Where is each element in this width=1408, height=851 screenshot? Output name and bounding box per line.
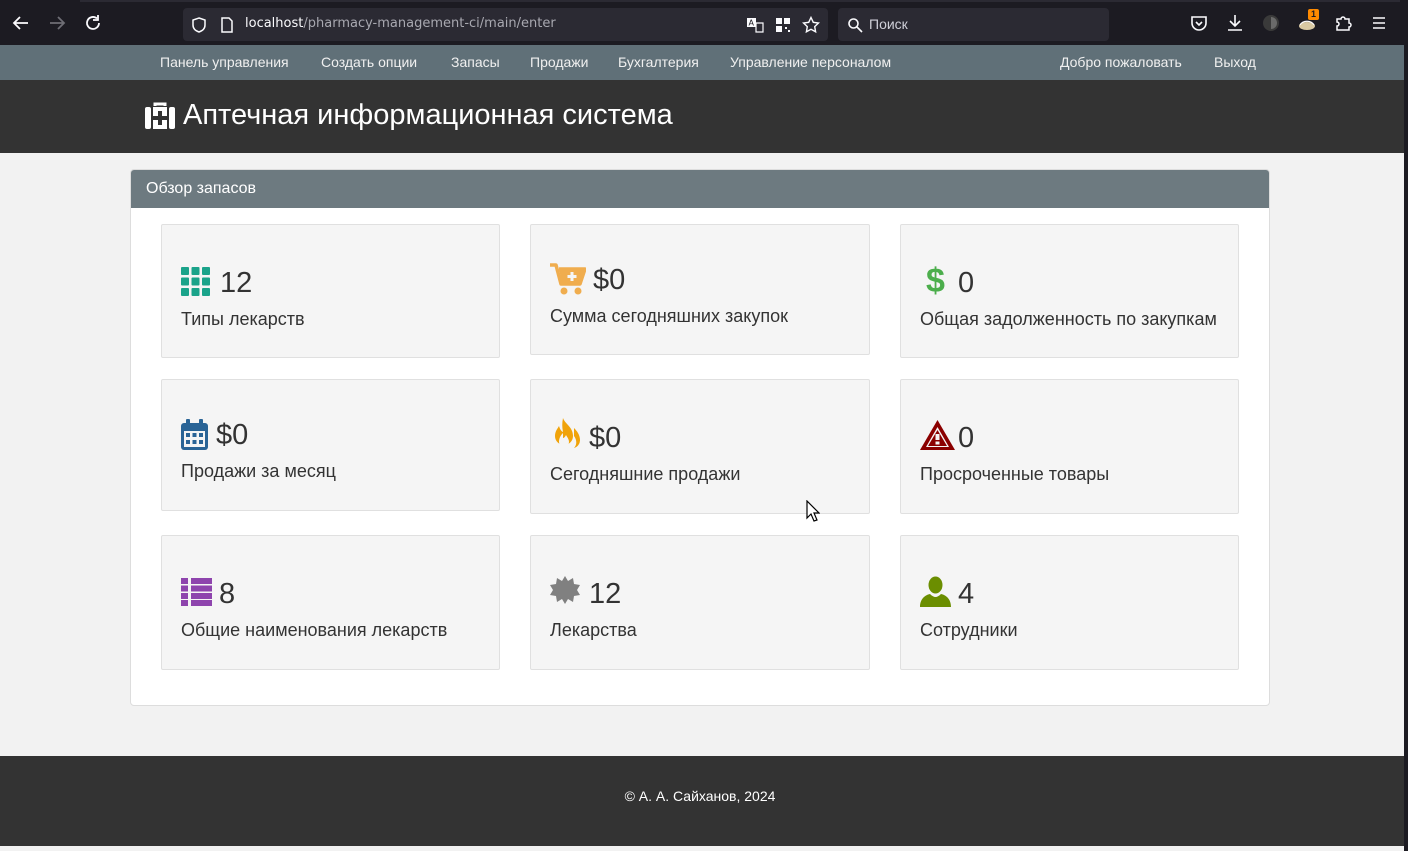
reload-button[interactable] bbox=[80, 10, 106, 36]
reload-icon bbox=[86, 15, 100, 30]
card-employees[interactable]: 4 Сотрудники bbox=[900, 535, 1239, 670]
bottom-strip bbox=[0, 846, 1408, 851]
translate-icon[interactable]: A bbox=[745, 15, 765, 35]
card-label: Общая задолженность по закупкам bbox=[920, 309, 1217, 329]
card-medicine-types[interactable]: 12 Типы лекарств bbox=[161, 224, 500, 358]
shield-icon[interactable] bbox=[189, 15, 209, 35]
medkit-icon bbox=[145, 102, 175, 129]
dollar-icon: $ bbox=[926, 263, 945, 297]
card-label: Сумма сегодняшних закупок bbox=[550, 306, 788, 326]
nav-item-welcome[interactable]: Добро пожаловать bbox=[1060, 54, 1182, 70]
user-icon bbox=[920, 576, 951, 607]
cart-plus-icon bbox=[550, 263, 586, 295]
card-value: 8 bbox=[219, 578, 236, 610]
mouse-cursor-icon bbox=[806, 500, 820, 522]
url-text[interactable]: localhost/pharmacy-management-ci/main/en… bbox=[245, 16, 556, 31]
card-value: 0 bbox=[958, 422, 975, 454]
profile-icon[interactable] bbox=[1260, 12, 1282, 34]
browser-toolbar: localhost/pharmacy-management-ci/main/en… bbox=[0, 0, 1408, 45]
logout-link[interactable]: Выход bbox=[1214, 54, 1256, 70]
page-icon[interactable] bbox=[217, 15, 237, 35]
card-today-purchases[interactable]: $0 Сумма сегодняшних закупок bbox=[530, 224, 870, 355]
nav-item-dashboard[interactable]: Панель управления bbox=[160, 54, 289, 70]
card-today-sales[interactable]: $0 Сегодняшние продажи bbox=[530, 379, 870, 514]
extension-badge: 1 bbox=[1308, 9, 1320, 20]
nav-item-stock[interactable]: Запасы bbox=[451, 54, 500, 70]
footer: © А. А. Сайханов, 2024 bbox=[0, 756, 1404, 846]
svg-text:$: $ bbox=[926, 263, 945, 297]
page-title: Аптечная информационная система bbox=[183, 99, 673, 131]
download-icon[interactable] bbox=[1224, 12, 1246, 34]
certificate-icon bbox=[550, 576, 580, 604]
card-monthly-sales[interactable]: $0 Продажи за месяц bbox=[161, 379, 500, 511]
nav-item-sales[interactable]: Продажи bbox=[530, 54, 588, 70]
card-value: 12 bbox=[220, 267, 253, 299]
stock-overview-panel: Обзор запасов 12 Типы лекарств $0 Сумма … bbox=[130, 169, 1270, 706]
list-icon bbox=[181, 578, 212, 606]
arrow-right-icon bbox=[50, 16, 66, 30]
extensions-puzzle-icon[interactable] bbox=[1332, 12, 1354, 34]
url-host: localhost bbox=[245, 16, 304, 31]
search-bar[interactable]: Поиск bbox=[838, 8, 1109, 41]
nav-item-staff-management[interactable]: Управление персоналом bbox=[730, 54, 891, 70]
calendar-icon bbox=[181, 419, 208, 450]
fire-icon bbox=[555, 418, 580, 448]
app-header: Аптечная информационная система bbox=[0, 80, 1404, 153]
extension-icon[interactable]: 1 bbox=[1296, 9, 1320, 34]
svg-text:A: A bbox=[749, 19, 755, 28]
card-generic-names[interactable]: 8 Общие наименования лекарств bbox=[161, 535, 500, 670]
menu-icon[interactable] bbox=[1368, 12, 1390, 34]
copyright-text: © А. А. Сайханов, 2024 bbox=[624, 788, 776, 804]
search-placeholder: Поиск bbox=[869, 16, 908, 32]
card-label: Общие наименования лекарств bbox=[181, 620, 448, 640]
tab-strip bbox=[80, 0, 1400, 2]
warning-icon bbox=[920, 420, 955, 450]
card-value: $0 bbox=[216, 419, 249, 451]
window-edge bbox=[1404, 45, 1408, 851]
back-button[interactable] bbox=[8, 10, 34, 36]
main-navbar: Панель управления Создать опции Запасы П… bbox=[0, 45, 1404, 80]
card-label: Сегодняшние продажи bbox=[550, 464, 741, 484]
panel-title: Обзор запасов bbox=[146, 180, 257, 197]
search-icon bbox=[845, 15, 865, 35]
arrow-left-icon bbox=[12, 16, 28, 30]
qr-code-icon[interactable] bbox=[773, 15, 793, 35]
card-total-purchase-debt[interactable]: $ 0 Общая задолженность по закупкам bbox=[900, 224, 1239, 358]
card-label: Просроченные товары bbox=[920, 464, 1110, 484]
card-label: Продажи за месяц bbox=[181, 461, 336, 481]
card-label: Лекарства bbox=[550, 620, 637, 640]
nav-item-accounting[interactable]: Бухгалтерия bbox=[618, 54, 699, 70]
card-value: 0 bbox=[958, 267, 975, 299]
card-expired-items[interactable]: 0 Просроченные товары bbox=[900, 379, 1239, 514]
card-value: 12 bbox=[589, 578, 622, 610]
pocket-icon[interactable] bbox=[1188, 12, 1210, 34]
card-value: 4 bbox=[958, 578, 975, 610]
forward-button[interactable] bbox=[44, 10, 70, 36]
card-value: $0 bbox=[593, 264, 626, 296]
card-label: Сотрудники bbox=[920, 620, 1018, 640]
card-medicines[interactable]: 12 Лекарства bbox=[530, 535, 870, 670]
panel-header: Обзор запасов bbox=[131, 170, 1269, 208]
url-bar[interactable]: localhost/pharmacy-management-ci/main/en… bbox=[183, 8, 828, 41]
grid-icon bbox=[181, 267, 210, 296]
star-icon[interactable] bbox=[801, 15, 821, 35]
card-value: $0 bbox=[589, 422, 622, 454]
nav-item-create-options[interactable]: Создать опции bbox=[321, 54, 417, 70]
card-label: Типы лекарств bbox=[181, 309, 305, 329]
url-path: /pharmacy-management-ci/main/enter bbox=[303, 16, 556, 31]
